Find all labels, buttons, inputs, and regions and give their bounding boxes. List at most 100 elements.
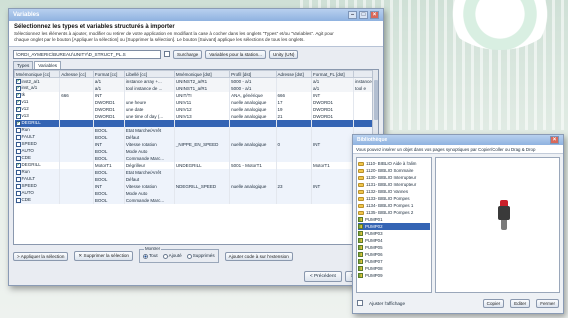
wizard-description-line: chaque onglet par le bouton [Appliquer l… bbox=[14, 36, 305, 42]
column-header[interactable]: Mnémonique [cc] bbox=[14, 70, 61, 78]
row-checkbox[interactable] bbox=[15, 155, 21, 161]
column-header[interactable]: Mnémonique [dst] bbox=[173, 70, 231, 78]
row-checkbox[interactable] bbox=[15, 190, 21, 196]
close-icon[interactable]: × bbox=[550, 136, 559, 144]
tree-item[interactable]: PUMP02 bbox=[358, 223, 430, 230]
copy-button[interactable]: Copier bbox=[482, 298, 505, 308]
filter-added-option[interactable]: Ajouté bbox=[162, 253, 182, 259]
table-row[interactable]: v11 DWORD1 une heure UNIV11 nuelle analogiqu… bbox=[14, 98, 378, 106]
column-header[interactable]: Format_FL [dst] bbox=[311, 70, 354, 78]
row-checkbox[interactable] bbox=[15, 183, 21, 189]
tree-item[interactable]: PUMP09 bbox=[358, 272, 430, 279]
tab-variables[interactable]: Variables bbox=[34, 61, 62, 69]
table-row[interactable]: Run BOOL Etat Marche/Arrêt bbox=[14, 126, 378, 134]
filter-all-option[interactable]: Tout bbox=[142, 253, 158, 259]
delete-selection-button[interactable]: ✕ Supprimer la sélection bbox=[74, 251, 133, 261]
table-row[interactable]: inst2_a/1 a/1 instance array +... UNINST2_a… bbox=[14, 77, 378, 85]
table-row[interactable]: tk 666 INT UNIT/TI ANA, générique 666 INT bbox=[14, 91, 378, 99]
table-row[interactable]: v13 DWORD1 une time of day (... UNIV13 nuell… bbox=[14, 112, 378, 120]
table-row[interactable]: inst_a/1 a/1 tool instance de ... UNINST1_a… bbox=[14, 84, 378, 92]
previous-button[interactable]: < Précédent bbox=[303, 271, 342, 282]
close-button[interactable]: Fermer bbox=[536, 298, 559, 308]
column-header[interactable]: Libellé [cc] bbox=[123, 70, 175, 78]
maximize-icon[interactable]: □ bbox=[359, 11, 368, 19]
tree-item[interactable]: PUMP07 bbox=[358, 258, 430, 265]
tree-item[interactable]: 1120- BIBLIO Sommaire bbox=[358, 167, 430, 174]
object-preview[interactable] bbox=[435, 157, 560, 293]
row-checkbox[interactable] bbox=[15, 127, 21, 133]
surcharge-button[interactable]: Surcharge bbox=[173, 49, 203, 59]
close-icon[interactable]: × bbox=[370, 11, 379, 19]
column-header[interactable]: Adresse [cc] bbox=[59, 70, 94, 78]
row-checkbox[interactable] bbox=[15, 99, 21, 105]
tree-item[interactable]: 1135- BIBLIO Pompes 2 bbox=[358, 209, 430, 216]
row-checkbox[interactable] bbox=[15, 169, 21, 175]
table-row[interactable]: AUTO BOOL Mode Auto bbox=[14, 189, 378, 197]
table-row[interactable]: FAULT BOOL Défaut bbox=[14, 175, 378, 183]
row-checkbox[interactable] bbox=[15, 78, 21, 84]
source-path-field[interactable]: \ORDI_AYMERIC\BUREAU\UNITY\D_STRUCT_PL.S bbox=[13, 49, 161, 59]
tree-item[interactable]: 1133- BIBLIO Pompes bbox=[358, 195, 430, 202]
apply-selection-button[interactable]: > Appliquer la sélection bbox=[13, 251, 69, 261]
row-checkbox[interactable] bbox=[15, 162, 21, 168]
station-variables-button[interactable]: Variables pour la station... bbox=[205, 49, 266, 59]
tree-item[interactable]: PUMP01 bbox=[358, 216, 430, 223]
row-checkbox[interactable] bbox=[15, 197, 21, 203]
tree-item[interactable]: 1110- BIBLIO Aide à l'alim bbox=[358, 160, 430, 167]
column-header[interactable]: Profil [dst] bbox=[229, 70, 277, 78]
library-titlebar[interactable]: Bibliothèque × bbox=[353, 135, 563, 145]
variables-grid[interactable]: Mnémonique [cc] Adresse [cc] Format [cc] Li… bbox=[13, 69, 379, 245]
library-object-icon bbox=[358, 238, 363, 243]
row-checkbox[interactable] bbox=[15, 176, 21, 182]
tab-types[interactable]: Types bbox=[13, 61, 34, 69]
row-checkbox[interactable] bbox=[15, 85, 21, 91]
table-cell bbox=[59, 161, 94, 169]
row-checkbox[interactable] bbox=[15, 141, 21, 147]
radio-icon[interactable] bbox=[162, 253, 168, 259]
table-row[interactable]: DEGRILL MotorT1 Dégrilleur UNDEGRILL 5001 - … bbox=[14, 161, 378, 169]
tree-item[interactable]: 1131- BIBLIO Interrupteur bbox=[358, 181, 430, 188]
filter-deleted-option[interactable]: Supprimés bbox=[186, 253, 215, 259]
adjust-display-checkbox[interactable] bbox=[357, 300, 363, 306]
unity-selector[interactable]: Unity (UN) bbox=[268, 49, 299, 59]
table-row[interactable]: Run BOOL Etat Marche/Arrêt bbox=[14, 168, 378, 176]
table-cell: 17 bbox=[276, 98, 313, 106]
edit-button[interactable]: Editer bbox=[510, 298, 531, 308]
table-cell: tool instance de ... bbox=[124, 84, 175, 92]
row-checkbox[interactable] bbox=[15, 134, 21, 140]
column-header[interactable]: Format [cc] bbox=[92, 70, 125, 78]
row-checkbox[interactable] bbox=[15, 106, 21, 112]
surcharge-checkbox[interactable] bbox=[164, 51, 170, 57]
add-code-button[interactable]: Ajouter code à sur l'extension bbox=[224, 251, 293, 261]
row-checkbox[interactable] bbox=[15, 148, 21, 154]
scrollbar-thumb[interactable] bbox=[374, 80, 378, 120]
table-row[interactable]: FAULT BOOL Défaut bbox=[14, 133, 378, 141]
tree-item[interactable]: PUMP06 bbox=[358, 251, 430, 258]
tree-item[interactable]: PUMP03 bbox=[358, 230, 430, 237]
row-checkbox[interactable] bbox=[15, 113, 21, 119]
tree-item[interactable]: 1130- BIBLIO Interrupteur bbox=[358, 174, 430, 181]
pump-symbol-icon[interactable] bbox=[498, 200, 510, 230]
table-row[interactable]: DEGRILL bbox=[14, 119, 378, 127]
table-row[interactable]: SPEED INT Vitesse rotation NDEGRILL_SPEED nu… bbox=[14, 182, 378, 190]
table-row[interactable]: AUTO BOOL Mode Auto bbox=[14, 147, 378, 155]
tree-item[interactable]: PUMP04 bbox=[358, 237, 430, 244]
tree-item[interactable]: 1134- BIBLIO Pompes 1 bbox=[358, 202, 430, 209]
tree-item[interactable]: PUMP05 bbox=[358, 244, 430, 251]
table-cell: a/1 bbox=[93, 84, 125, 92]
main-titlebar[interactable]: Variables – □ × bbox=[9, 9, 383, 21]
tree-item[interactable]: 1132- BIBLIO Vannes bbox=[358, 188, 430, 195]
row-checkbox[interactable] bbox=[15, 92, 21, 98]
minimize-icon[interactable]: – bbox=[348, 11, 357, 19]
table-cell: nuelle analogique bbox=[229, 98, 277, 106]
library-tree[interactable]: 1110- BIBLIO Aide à l'alim 1120- BIBLIO S… bbox=[356, 157, 432, 293]
radio-icon[interactable] bbox=[186, 253, 192, 259]
table-row[interactable]: CDE BOOL Commande Marc... bbox=[14, 154, 378, 162]
column-header[interactable]: Adresse [dst] bbox=[275, 70, 313, 78]
tree-item[interactable]: PUMP08 bbox=[358, 265, 430, 272]
radio-icon[interactable] bbox=[142, 253, 148, 259]
row-checkbox[interactable] bbox=[15, 120, 21, 126]
table-row[interactable]: CDE BOOL Commande Marc... bbox=[14, 196, 378, 204]
table-row[interactable]: SPEED INT Vitesse rotation _NIPPE_EN_SPEED n… bbox=[14, 140, 378, 148]
table-row[interactable]: v12 DWORD1 une date UNIV12 nuelle analogique… bbox=[14, 105, 378, 113]
